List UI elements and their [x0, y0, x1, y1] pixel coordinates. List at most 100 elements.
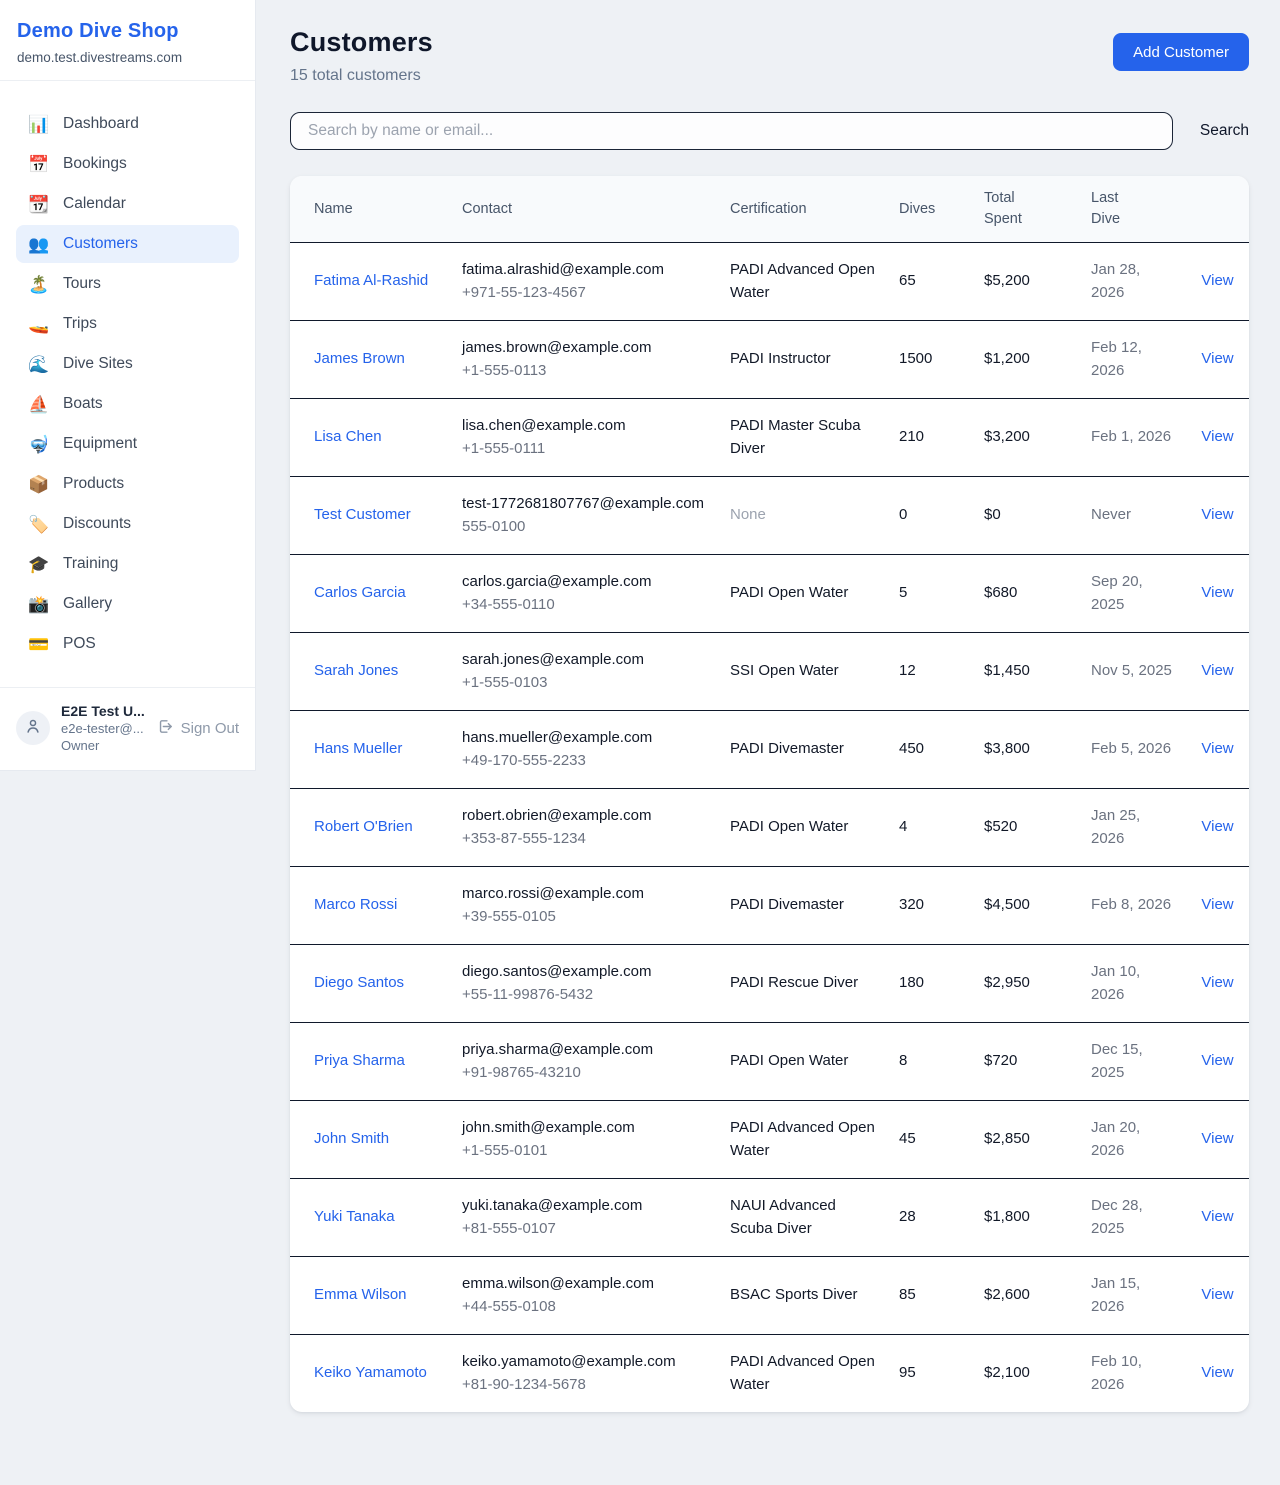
customer-contact-cell: lisa.chen@example.com+1-555-0111: [450, 399, 718, 477]
customer-contact-cell: marco.rossi@example.com+39-555-0105: [450, 867, 718, 945]
view-customer-link[interactable]: View: [1201, 272, 1233, 289]
table-row: Keiko Yamamoto keiko.yamamoto@example.com…: [290, 1335, 1249, 1413]
customer-email: test-1772681807767@example.com: [462, 493, 706, 516]
sidebar: Demo Dive Shop demo.test.divestreams.com…: [0, 0, 256, 771]
view-customer-link[interactable]: View: [1201, 350, 1233, 367]
customer-certification: PADI Rescue Diver: [718, 945, 887, 1023]
sidebar-item-products[interactable]: 📦 Products: [16, 465, 239, 503]
customer-name-link[interactable]: James Brown: [314, 350, 405, 367]
nav-label: Tours: [63, 275, 101, 293]
sidebar-item-dashboard[interactable]: 📊Dashboard: [16, 105, 239, 143]
bar-chart-icon: 📊: [28, 116, 50, 133]
customer-total-spent: $720: [972, 1023, 1079, 1101]
view-customer-link[interactable]: View: [1201, 1208, 1233, 1225]
table-row: Test Customer test-1772681807767@example.…: [290, 477, 1249, 555]
add-customer-button[interactable]: Add Customer: [1113, 33, 1249, 71]
view-customer-link[interactable]: View: [1201, 1364, 1233, 1381]
customer-total-spent: $1,450: [972, 633, 1079, 711]
view-customer-link[interactable]: View: [1201, 740, 1233, 757]
customer-email: marco.rossi@example.com: [462, 883, 706, 906]
customer-name-link[interactable]: Priya Sharma: [314, 1052, 405, 1069]
customer-phone: +55-11-99876-5432: [462, 984, 706, 1007]
customer-name-link[interactable]: Robert O'Brien: [314, 818, 413, 835]
customer-name-link[interactable]: Test Customer: [314, 506, 411, 523]
view-customer-link[interactable]: View: [1201, 896, 1233, 913]
sidebar-item-training[interactable]: 🎓Training: [16, 545, 239, 583]
customer-name-link[interactable]: Emma Wilson: [314, 1286, 407, 1303]
customer-actions-cell: View: [1186, 633, 1249, 711]
customer-email: priya.sharma@example.com: [462, 1039, 706, 1062]
nav-label: Dive Sites: [63, 355, 133, 373]
sidebar-item-dive-sites[interactable]: 🌊Dive Sites: [16, 345, 239, 383]
sidebar-item-pos[interactable]: 💳POS: [16, 625, 239, 663]
customer-email: sarah.jones@example.com: [462, 649, 706, 672]
customer-dives: 1500: [887, 321, 972, 399]
sign-out-label: Sign Out: [181, 720, 239, 737]
customer-contact-cell: yuki.tanaka@example.com+81-555-0107: [450, 1179, 718, 1257]
sidebar-item-trips[interactable]: 🚤Trips: [16, 305, 239, 343]
customer-name-link[interactable]: Fatima Al-Rashid: [314, 272, 428, 289]
customer-total-spent: $2,950: [972, 945, 1079, 1023]
view-customer-link[interactable]: View: [1201, 974, 1233, 991]
customer-phone: +81-90-1234-5678: [462, 1374, 706, 1397]
customer-actions-cell: View: [1186, 1023, 1249, 1101]
user-info: E2E Test U... e2e-tester@... Owner: [61, 703, 145, 753]
customer-name-link[interactable]: Lisa Chen: [314, 428, 382, 445]
customer-phone: +971-55-123-4567: [462, 282, 706, 305]
customer-name-link[interactable]: Yuki Tanaka: [314, 1208, 395, 1225]
view-customer-link[interactable]: View: [1201, 584, 1233, 601]
view-customer-link[interactable]: View: [1201, 1130, 1233, 1147]
nav-label: Products: [63, 475, 124, 493]
user-role: Owner: [61, 738, 145, 753]
customer-dives: 12: [887, 633, 972, 711]
customer-contact-cell: hans.mueller@example.com+49-170-555-2233: [450, 711, 718, 789]
customer-phone: +1-555-0103: [462, 672, 706, 695]
sidebar-item-gallery[interactable]: 📸Gallery: [16, 585, 239, 623]
sidebar-nav: 📊Dashboard📅Bookings📆Calendar👥Customers🏝️…: [0, 81, 255, 687]
customer-last-dive: Dec 28, 2025: [1079, 1179, 1186, 1257]
customer-dives: 85: [887, 1257, 972, 1335]
customer-name-link[interactable]: Carlos Garcia: [314, 584, 406, 601]
sidebar-item-tours[interactable]: 🏝️Tours: [16, 265, 239, 303]
search-button[interactable]: Search: [1200, 120, 1249, 142]
customer-total-spent: $0: [972, 477, 1079, 555]
sign-out-button[interactable]: Sign Out: [157, 718, 239, 739]
customer-name-link[interactable]: Sarah Jones: [314, 662, 398, 679]
table-row: Priya Sharmapriya.sharma@example.com+91-…: [290, 1023, 1249, 1101]
customer-name-link[interactable]: Marco Rossi: [314, 896, 397, 913]
customer-name-link[interactable]: Diego Santos: [314, 974, 404, 991]
view-customer-link[interactable]: View: [1201, 1052, 1233, 1069]
customer-email: keiko.yamamoto@example.com: [462, 1351, 706, 1374]
view-customer-link[interactable]: View: [1201, 1286, 1233, 1303]
view-customer-link[interactable]: View: [1201, 506, 1233, 523]
customer-certification: SSI Open Water: [718, 633, 887, 711]
sidebar-item-boats[interactable]: ⛵Boats: [16, 385, 239, 423]
sidebar-item-discounts[interactable]: 🏷️Discounts: [16, 505, 239, 543]
customer-name-link[interactable]: John Smith: [314, 1130, 389, 1147]
customer-name-link[interactable]: Hans Mueller: [314, 740, 402, 757]
package-icon: 📦: [28, 476, 50, 493]
customer-actions-cell: View: [1186, 1335, 1249, 1413]
table-row: Carlos Garciacarlos.garcia@example.com+3…: [290, 555, 1249, 633]
sidebar-item-calendar[interactable]: 📆Calendar: [16, 185, 239, 223]
view-customer-link[interactable]: View: [1201, 662, 1233, 679]
sidebar-item-bookings[interactable]: 📅Bookings: [16, 145, 239, 183]
nav-label: Training: [63, 555, 118, 573]
customer-name-link[interactable]: Keiko Yamamoto: [314, 1364, 427, 1381]
customer-actions-cell: View: [1186, 867, 1249, 945]
brand: Demo Dive Shop demo.test.divestreams.com: [0, 0, 255, 80]
customer-total-spent: $1,800: [972, 1179, 1079, 1257]
search-input[interactable]: [290, 112, 1173, 150]
customer-count: 15 total customers: [290, 67, 433, 85]
table-row: Diego Santosdiego.santos@example.com+55-…: [290, 945, 1249, 1023]
diving-mask-icon: 🤿: [28, 436, 50, 453]
customer-certification: PADI Open Water: [718, 555, 887, 633]
sidebar-item-equipment[interactable]: 🤿Equipment: [16, 425, 239, 463]
customer-total-spent: $4,500: [972, 867, 1079, 945]
view-customer-link[interactable]: View: [1201, 428, 1233, 445]
customer-certification: None: [718, 477, 887, 555]
customer-certification: PADI Divemaster: [718, 867, 887, 945]
view-customer-link[interactable]: View: [1201, 818, 1233, 835]
customer-contact-cell: sarah.jones@example.com+1-555-0103: [450, 633, 718, 711]
sidebar-item-customers[interactable]: 👥Customers: [16, 225, 239, 263]
